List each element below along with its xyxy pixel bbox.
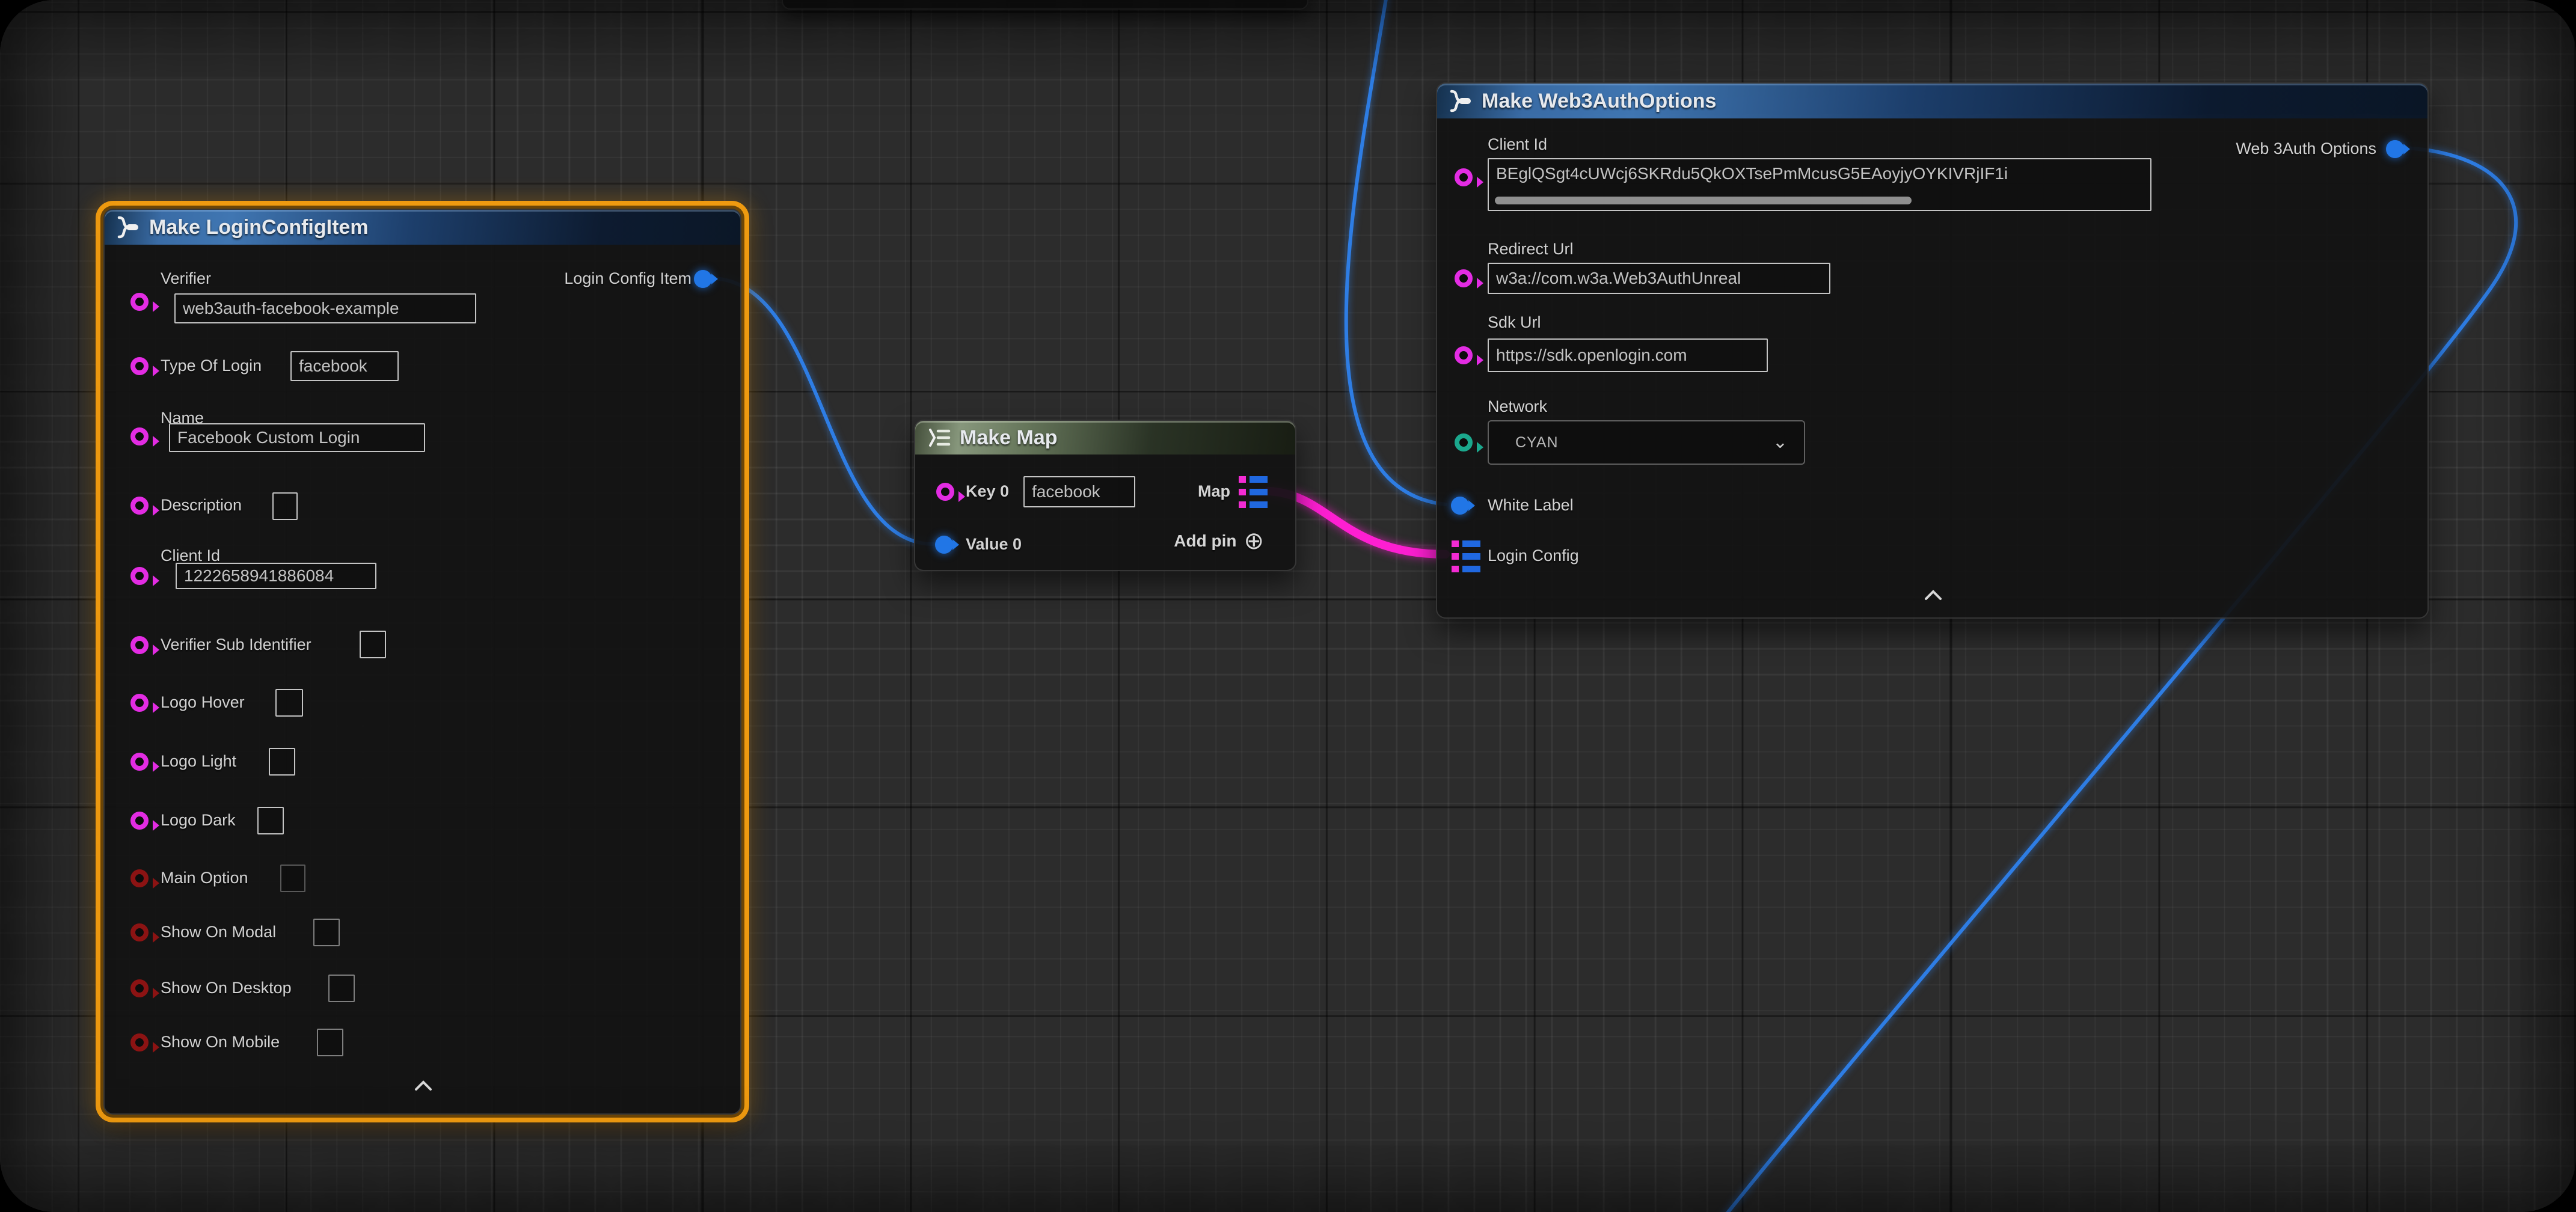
input-pin-logo-dark[interactable] xyxy=(130,812,149,830)
pin-label: Show On Modal xyxy=(161,923,276,941)
logo-dark-input[interactable] xyxy=(257,807,284,834)
input-pin-white-label[interactable] xyxy=(1451,497,1469,515)
pin-label: Client Id xyxy=(1488,135,1547,154)
pin-label: Description xyxy=(161,496,242,515)
pin-label: Map xyxy=(1198,482,1230,501)
node-title: Make Web3AuthOptions xyxy=(1482,90,1716,113)
node-header[interactable]: Make Map xyxy=(915,421,1295,454)
main-option-checkbox[interactable] xyxy=(280,865,305,892)
pin-label: Redirect Url xyxy=(1488,240,1574,259)
show-on-mobile-checkbox[interactable] xyxy=(317,1029,343,1056)
pin-label: White Label xyxy=(1488,496,1574,515)
make-map-icon xyxy=(925,426,951,450)
node-make-map[interactable]: Make Map Key 0 facebook Map Value 0 Add … xyxy=(914,420,1296,571)
type-of-login-input[interactable]: facebook xyxy=(290,351,399,381)
input-pin-description[interactable] xyxy=(130,497,149,515)
output-pin-label: Login Config Item xyxy=(564,269,692,288)
textbox-horizontal-scrollbar[interactable] xyxy=(1495,197,1912,204)
client-id-input[interactable]: 1222658941886084 xyxy=(176,563,376,589)
key-0-input[interactable]: facebook xyxy=(1023,476,1135,507)
pin-label: Network xyxy=(1488,397,1547,416)
collapse-chevron-icon[interactable] xyxy=(1924,590,1942,601)
add-pin-button[interactable]: Add pin ⊕ xyxy=(1174,531,1264,551)
pin-label: Show On Mobile xyxy=(161,1033,280,1051)
pin-label: Show On Desktop xyxy=(161,979,292,997)
client-id-input[interactable]: BEglQSgt4cUWcj6SKRdu5QkOXTsePmMcusG5EAoy… xyxy=(1488,158,2151,211)
node-title: Make LoginConfigItem xyxy=(149,216,369,239)
pin-label: Login Config xyxy=(1488,546,1579,565)
input-pin-main-option[interactable] xyxy=(130,869,149,887)
pin-label: Logo Hover xyxy=(161,693,245,712)
redirect-url-input[interactable]: w3a://com.w3a.Web3AuthUnreal xyxy=(1488,263,1830,294)
input-pin-client-id[interactable] xyxy=(130,567,149,585)
pin-label: Logo Dark xyxy=(161,811,236,830)
input-pin-show-on-mobile[interactable] xyxy=(130,1033,149,1051)
input-pin-client-id[interactable] xyxy=(1455,168,1473,186)
input-pin-name[interactable] xyxy=(130,427,149,445)
show-on-modal-checkbox[interactable] xyxy=(313,919,340,946)
input-pin-value-0[interactable] xyxy=(935,536,953,554)
network-dropdown[interactable]: CYAN ⌄ xyxy=(1488,420,1805,465)
output-pin-web3auth-options[interactable] xyxy=(2386,140,2404,158)
pin-label: Verifier xyxy=(161,269,211,288)
pin-label: Sdk Url xyxy=(1488,313,1541,332)
input-pin-show-on-desktop[interactable] xyxy=(130,979,149,997)
node-header[interactable]: Make Web3AuthOptions xyxy=(1437,84,2427,118)
input-pin-login-config[interactable] xyxy=(1452,540,1480,573)
input-pin-network[interactable] xyxy=(1455,433,1473,451)
description-input[interactable] xyxy=(272,492,298,520)
node-title: Make Map xyxy=(960,426,1058,450)
input-pin-logo-light[interactable] xyxy=(130,753,149,771)
name-input[interactable]: Facebook Custom Login xyxy=(169,423,425,452)
show-on-desktop-checkbox[interactable] xyxy=(328,975,355,1002)
logo-hover-input[interactable] xyxy=(275,689,303,717)
logo-light-input[interactable] xyxy=(269,748,295,776)
verifier-input[interactable]: web3auth-facebook-example xyxy=(174,293,476,323)
pin-label: Type Of Login xyxy=(161,357,262,375)
node-header[interactable]: Make LoginConfigItem xyxy=(105,210,740,245)
collapse-chevron-icon[interactable] xyxy=(414,1080,432,1091)
make-struct-icon xyxy=(1447,89,1473,113)
wire-top-to-white-label[interactable] xyxy=(1346,0,1446,504)
output-pin-label: Web 3Auth Options xyxy=(2236,139,2376,158)
pin-label: Main Option xyxy=(161,869,248,887)
node-make-web3authoptions[interactable]: Make Web3AuthOptions Web 3Auth Options C… xyxy=(1436,82,2429,619)
offscreen-node-fragment[interactable] xyxy=(782,0,1308,10)
wire-loginconfigitem-to-value0[interactable] xyxy=(711,278,933,544)
input-pin-show-on-modal[interactable] xyxy=(130,923,149,941)
output-pin-login-config-item[interactable] xyxy=(694,270,712,288)
pin-label: Logo Light xyxy=(161,752,236,771)
sdk-url-input[interactable]: https://sdk.openlogin.com xyxy=(1488,338,1768,372)
input-pin-type-of-login[interactable] xyxy=(130,357,149,375)
node-make-loginconfigitem[interactable]: Make LoginConfigItem Login Config Item V… xyxy=(103,209,741,1115)
pin-label: Verifier Sub Identifier xyxy=(161,635,311,654)
output-pin-map[interactable] xyxy=(1239,476,1268,509)
make-struct-icon xyxy=(114,215,141,239)
input-pin-verifier-sub-identifier[interactable] xyxy=(130,636,149,654)
input-pin-sdk-url[interactable] xyxy=(1455,346,1473,364)
pin-label: Value 0 xyxy=(966,535,1022,554)
verifier-sub-identifier-input[interactable] xyxy=(360,631,386,658)
input-pin-verifier[interactable] xyxy=(130,293,149,311)
input-pin-redirect-url[interactable] xyxy=(1455,269,1473,287)
input-pin-logo-hover[interactable] xyxy=(130,694,149,712)
pin-label: Key 0 xyxy=(966,482,1009,501)
input-pin-key-0[interactable] xyxy=(936,483,954,501)
blueprint-graph-canvas[interactable]: Make LoginConfigItem Login Config Item V… xyxy=(0,0,2576,1212)
